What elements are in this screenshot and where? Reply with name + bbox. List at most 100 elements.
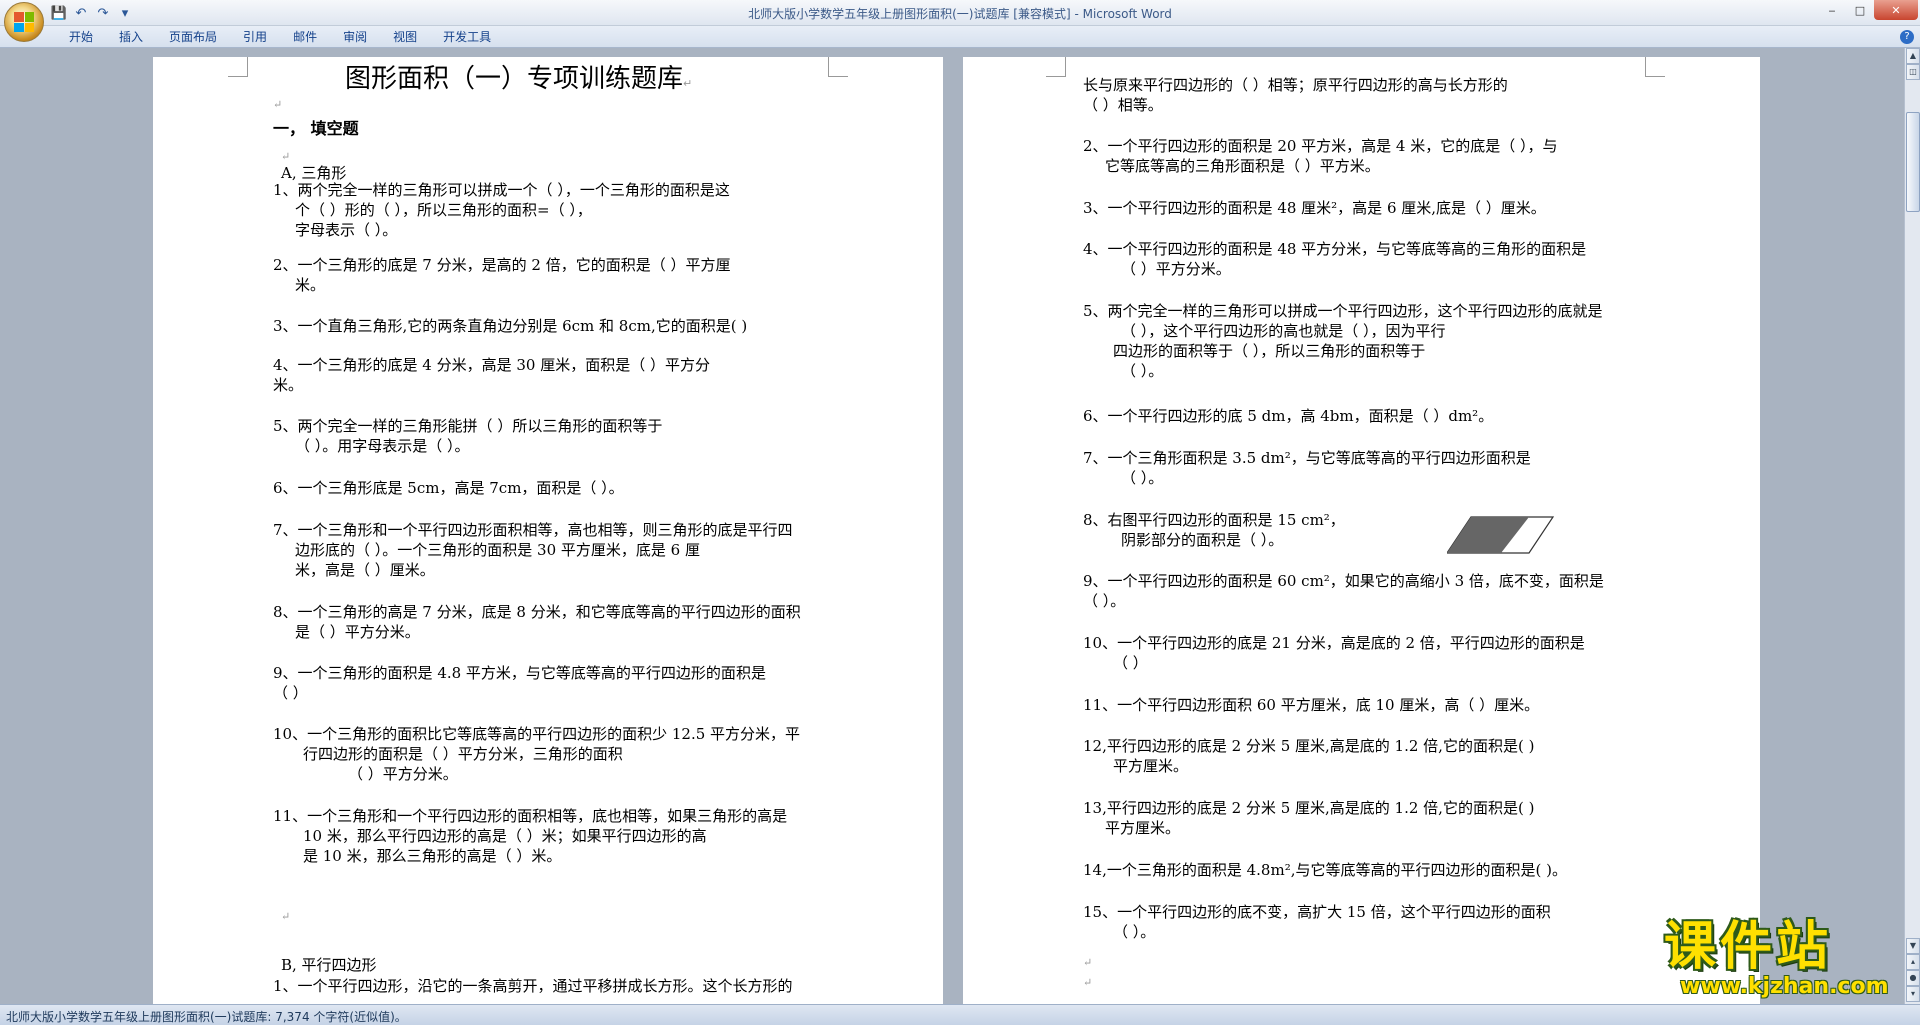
question-line: 字母表示（ ）。 — [295, 221, 398, 239]
subsection-heading: B, 平行四边形 — [281, 956, 377, 974]
select-browse-object-icon[interactable]: ● — [1906, 970, 1920, 986]
question-line: 8、一个三角形的高是 7 分米，底是 8 分米，和它等底等高的平行四边形的面积 — [273, 603, 801, 621]
question-b3: 3、一个平行四边形的面积是 48 厘米²，高是 6 厘米,底是（ ）厘米。 — [1083, 198, 1546, 218]
scrollbar-thumb[interactable] — [1906, 112, 1920, 212]
close-icon[interactable]: ✕ — [1874, 0, 1918, 20]
question-line: 3、一个直角三角形,它的两条直角边分别是 6cm 和 8cm,它的面积是( ) — [273, 317, 748, 335]
question-line: 边形底的（ ）。一个三角形的面积是 30 平方厘米，底是 6 厘 — [295, 541, 700, 559]
vertical-scrollbar[interactable]: ▲ ◫ ▼ ▴ ● ▾ — [1904, 48, 1920, 1004]
question-line: （ ） — [273, 684, 308, 702]
question-line: （ ）相等。 — [1083, 96, 1163, 114]
tab-review[interactable]: 审阅 — [330, 29, 380, 46]
window-title: 北师大版小学数学五年级上册图形面积(一)试题库 [兼容模式] - Microso… — [748, 7, 1172, 21]
question-line: 它等底等高的三角形面积是（ ）平方米。 — [1105, 157, 1380, 175]
question-b10: 10、一个平行四边形的底是 21 分米，高是底的 2 倍，平行四边形的面积是 （… — [1083, 633, 1585, 673]
tab-page-layout[interactable]: 页面布局 — [156, 29, 230, 46]
question-line: 平方厘米。 — [1105, 819, 1181, 837]
question-3: 3、一个直角三角形,它的两条直角边分别是 6cm 和 8cm,它的面积是( ) — [273, 316, 747, 336]
section-heading: 一， 填空题 — [273, 119, 359, 138]
question-5: 5、两个完全一样的三角形能拼（ ）所以三角形的面积等于 （ ）。用字母表示是（ … — [273, 416, 662, 456]
question-line: 4、一个三角形的底是 4 分米，高是 30 厘米，面积是（ ）平方分 — [273, 356, 711, 374]
watermark-logo: 课件站 www.kjzhan.com — [1664, 920, 1904, 1004]
question-line: （ ），这个平行四边形的高也就是（ ），因为平行 — [1121, 322, 1446, 340]
question-8: 8、一个三角形的高是 7 分米，底是 8 分米，和它等底等高的平行四边形的面积 … — [273, 602, 801, 642]
question-b12: 12,平行四边形的底是 2 分米 5 厘米,高是底的 1.2 倍,它的面积是( … — [1083, 736, 1534, 776]
question-line: 平方厘米。 — [1113, 757, 1189, 775]
office-button[interactable] — [4, 2, 44, 42]
ruler-toggle-icon[interactable]: ◫ — [1906, 64, 1920, 80]
scroll-down-icon[interactable]: ▼ — [1906, 938, 1920, 954]
tab-developer[interactable]: 开发工具 — [430, 29, 504, 46]
tab-insert[interactable]: 插入 — [106, 29, 156, 46]
question-line: 15、一个平行四边形的底不变，高扩大 15 倍，这个平行四边形的面积 — [1083, 903, 1551, 921]
question-line: 11、一个平行四边形面积 60 平方厘米，底 10 厘米，高（ ）厘米。 — [1083, 696, 1540, 714]
question-line: 14,一个三角形的面积是 4.8m²,与它等底等高的平行四边形的面积是( )。 — [1083, 861, 1567, 879]
question-line: （ ）。 — [1113, 923, 1156, 941]
question-line: 5、两个完全一样的三角形可以拼成一个平行四边形，这个平行四边形的底就是 — [1083, 302, 1603, 320]
watermark-text: 课件站 — [1664, 917, 1833, 977]
question-line: 10、一个平行四边形的底是 21 分米，高是底的 2 倍，平行四边形的面积是 — [1083, 634, 1585, 652]
question-line: 9、一个三角形的面积是 4.8 平方米，与它等底等高的平行四边形的面积是 — [273, 664, 766, 682]
question-4: 4、一个三角形的底是 4 分米，高是 30 厘米，面积是（ ）平方分 米。 — [273, 355, 710, 395]
office-logo-icon — [14, 12, 34, 32]
question-line: （ ） — [1113, 654, 1148, 672]
minimize-icon[interactable]: ‒ — [1818, 0, 1846, 20]
document-page-left[interactable]: 图形面积（一）专项训练题库↵ ↵ 一， 填空题 ↵ A, 三角形 1、两个完全一… — [153, 57, 943, 1010]
question-11: 11、一个三角形和一个平行四边形的面积相等，底也相等，如果三角形的高是 10 米… — [273, 806, 787, 866]
status-text: 北师大版小学数学五年级上册图形面积(一)试题库: 7,374 个字符(近似值)。 — [6, 1010, 407, 1024]
paragraph-mark: ↵ — [1083, 976, 1093, 989]
tab-mailings[interactable]: 邮件 — [280, 29, 330, 46]
window-controls: ‒ □ ✕ — [1818, 0, 1918, 20]
question-line: 个（ ）形的（ ），所以三角形的面积=（ ）， — [295, 201, 592, 219]
question-line: 7、一个三角形和一个平行四边形面积相等，高也相等，则三角形的底是平行四 — [273, 521, 793, 539]
question-line: 是（ ）平方分米。 — [295, 623, 420, 641]
paragraph-mark: ↵ — [273, 98, 283, 111]
question-line: 7、一个三角形面积是 3.5 dm²，与它等底等高的平行四边形面积是 — [1083, 449, 1531, 467]
maximize-icon[interactable]: □ — [1846, 0, 1874, 20]
question-line: 6、一个三角形底是 5cm，高是 7cm，面积是（ ）。 — [273, 479, 624, 497]
question-line: 行四边形的面积是（ ）平方分米，三角形的面积 — [303, 745, 623, 763]
margin-corner-mark — [828, 57, 848, 77]
question-line: 长与原来平行四边形的（ ）相等；原平行四边形的高与长方形的 — [1083, 76, 1508, 94]
document-page-right[interactable]: 长与原来平行四边形的（ ）相等；原平行四边形的高与长方形的 （ ）相等。 2、一… — [963, 57, 1760, 1010]
question-10: 10、一个三角形的面积比它等底等高的平行四边形的面积少 12.5 平方分米，平 … — [273, 724, 800, 784]
question-6: 6、一个三角形底是 5cm，高是 7cm，面积是（ ）。 — [273, 478, 624, 498]
question-line: （ ）平方分米。 — [1121, 260, 1231, 278]
question-line: 5、两个完全一样的三角形能拼（ ）所以三角形的面积等于 — [273, 417, 663, 435]
question-line: 10、一个三角形的面积比它等底等高的平行四边形的面积少 12.5 平方分米，平 — [273, 725, 801, 743]
question-line: （ ）。 — [1121, 362, 1164, 380]
question-b4: 4、一个平行四边形的面积是 48 平方分米，与它等底等高的三角形的面积是 （ ）… — [1083, 239, 1586, 279]
question-line: 11、一个三角形和一个平行四边形的面积相等，底也相等，如果三角形的高是 — [273, 807, 788, 825]
question-b1-continued: 长与原来平行四边形的（ ）相等；原平行四边形的高与长方形的 （ ）相等。 — [1083, 75, 1508, 115]
question-line: 是 10 米，那么三角形的高是（ ）米。 — [303, 847, 562, 865]
previous-page-icon[interactable]: ▴ — [1906, 954, 1920, 970]
question-line: 米。 — [295, 276, 326, 294]
parallelogram-figure — [1447, 516, 1555, 554]
tab-references[interactable]: 引用 — [230, 29, 280, 46]
question-line: 2、一个平行四边形的面积是 20 平方米，高是 4 米，它的底是（ ），与 — [1083, 137, 1558, 155]
question-line: 米，高是（ ）厘米。 — [295, 561, 435, 579]
question-b7: 7、一个三角形面积是 3.5 dm²，与它等底等高的平行四边形面积是 （ ）。 — [1083, 448, 1531, 488]
question-line: 阴影部分的面积是（ ）。 — [1121, 531, 1284, 549]
question-line: 9、一个平行四边形的面积是 60 cm²，如果它的高缩小 3 倍，底不变，面积是 — [1083, 572, 1604, 590]
next-page-icon[interactable]: ▾ — [1906, 986, 1920, 1002]
tab-home[interactable]: 开始 — [56, 29, 106, 46]
question-line: 1、一个平行四边形，沿它的一条高剪开，通过平移拼成长方形。这个长方形的 — [273, 977, 793, 995]
question-b9: 9、一个平行四边形的面积是 60 cm²，如果它的高缩小 3 倍，底不变，面积是… — [1083, 571, 1604, 611]
question-b2: 2、一个平行四边形的面积是 20 平方米，高是 4 米，它的底是（ ），与 它等… — [1083, 136, 1558, 176]
question-line: （ ）平方分米。 — [348, 765, 458, 783]
question-line: 6、一个平行四边形的底 5 dm，高 4bm，面积是（ ）dm²。 — [1083, 407, 1494, 425]
scroll-up-icon[interactable]: ▲ — [1906, 48, 1920, 64]
question-line: 四边形的面积等于（ ），所以三角形的面积等于 — [1113, 342, 1426, 360]
help-icon[interactable]: ? — [1900, 30, 1914, 44]
ribbon-tabs: 开始 插入 页面布局 引用 邮件 审阅 视图 开发工具 — [56, 29, 504, 46]
ribbon: 开始 插入 页面布局 引用 邮件 审阅 视图 开发工具 ? — [0, 26, 1920, 48]
question-line: 12,平行四边形的底是 2 分米 5 厘米,高是底的 1.2 倍,它的面积是( … — [1083, 737, 1535, 755]
question-line: （ ）。 — [1083, 592, 1126, 610]
status-bar: 北师大版小学数学五年级上册图形面积(一)试题库: 7,374 个字符(近似值)。 — [0, 1004, 1920, 1025]
question-b6: 6、一个平行四边形的底 5 dm，高 4bm，面积是（ ）dm²。 — [1083, 406, 1493, 426]
question-line: 1、两个完全一样的三角形可以拼成一个（ ），一个三角形的面积是这 — [273, 181, 730, 199]
question-b14: 14,一个三角形的面积是 4.8m²,与它等底等高的平行四边形的面积是( )。 — [1083, 860, 1567, 880]
question-b1: 1、一个平行四边形，沿它的一条高剪开，通过平移拼成长方形。这个长方形的 — [273, 976, 793, 996]
tab-view[interactable]: 视图 — [380, 29, 430, 46]
